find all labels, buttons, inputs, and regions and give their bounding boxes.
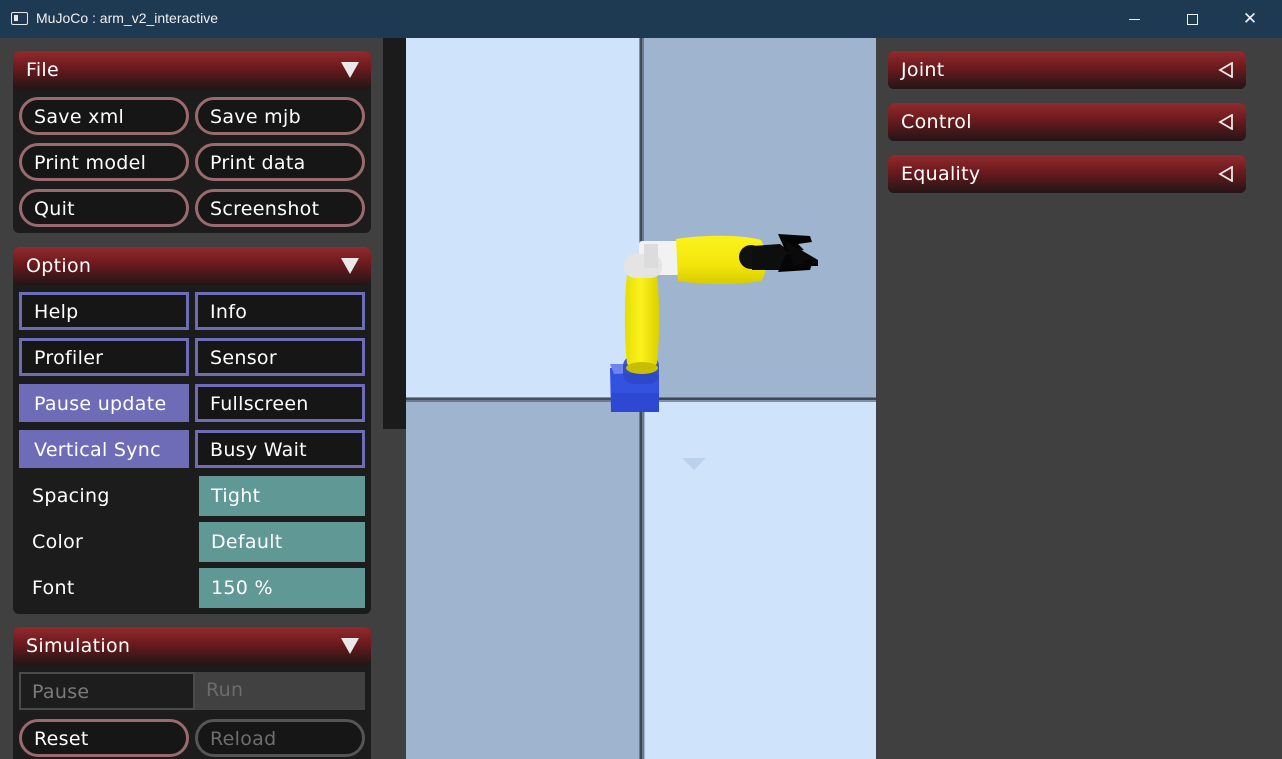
fullscreen-toggle[interactable]: Fullscreen [195,384,365,422]
expand-arrow-icon [1218,114,1233,130]
file-section-title: File [26,59,59,81]
spacing-select[interactable]: Tight [199,476,365,516]
floor-tile [406,400,645,759]
spacing-label: Spacing [32,485,110,507]
option-section-title: Option [26,255,92,277]
expand-arrow-icon [1218,166,1233,182]
equality-panel: Equality [888,155,1246,193]
vertical-sync-toggle[interactable]: Vertical Sync [19,430,189,468]
pause-radio[interactable]: Pause [19,672,195,710]
close-button[interactable]: ✕ [1221,0,1279,38]
window-title: MuJoCo : arm_v2_interactive [36,10,219,26]
left-panel-scrollbar[interactable] [383,38,406,429]
joint-section-header[interactable]: Joint [888,51,1246,89]
minimize-button[interactable] [1105,0,1163,38]
simulation-panel: Simulation Pause Run Reset Reload [13,627,371,759]
quit-button[interactable]: Quit [19,189,189,227]
run-radio[interactable]: Run [195,672,365,710]
screenshot-button[interactable]: Screenshot [195,189,365,227]
simulation-section-header[interactable]: Simulation [13,627,371,665]
joint-panel: Joint [888,51,1246,89]
collapse-arrow-icon [341,638,359,654]
profiler-toggle[interactable]: Profiler [19,338,189,376]
control-section-title: Control [901,111,972,133]
help-toggle[interactable]: Help [19,292,189,330]
print-data-button[interactable]: Print data [195,143,365,181]
joint-section-title: Joint [901,59,945,81]
option-panel: Option Help Info Profiler Sensor Pause u… [13,247,371,614]
save-mjb-button[interactable]: Save mjb [195,97,365,135]
pause-update-toggle[interactable]: Pause update [19,384,189,422]
file-section-header[interactable]: File [13,51,371,89]
file-panel: File Save xml Save mjb Print model Print… [13,51,371,233]
option-section-header[interactable]: Option [13,247,371,285]
collapse-arrow-icon [341,258,359,274]
save-xml-button[interactable]: Save xml [19,97,189,135]
control-panel: Control [888,103,1246,141]
color-select[interactable]: Default [199,522,365,562]
busy-wait-toggle[interactable]: Busy Wait [195,430,365,468]
floor-tile [645,400,876,759]
control-section-header[interactable]: Control [888,103,1246,141]
minimize-icon [1128,19,1140,20]
font-select[interactable]: 150 % [199,568,365,608]
app-window-icon [11,12,28,25]
maximize-icon [1186,13,1198,25]
collapse-arrow-icon [341,62,359,78]
close-icon: ✕ [1242,9,1258,29]
floor-tile [641,38,876,400]
maximize-button[interactable] [1163,0,1221,38]
font-label: Font [32,577,75,599]
title-bar[interactable]: MuJoCo : arm_v2_interactive ✕ [0,0,1282,38]
color-label: Color [32,531,84,553]
scene-render[interactable] [406,38,876,759]
expand-arrow-icon [1218,62,1233,78]
reset-button[interactable]: Reset [19,719,189,757]
floor-tile [406,38,641,400]
equality-section-title: Equality [901,163,981,185]
info-toggle[interactable]: Info [195,292,365,330]
print-model-button[interactable]: Print model [19,143,189,181]
simulation-viewport[interactable] [406,38,876,759]
reload-button[interactable]: Reload [195,719,365,757]
equality-section-header[interactable]: Equality [888,155,1246,193]
simulation-section-title: Simulation [26,635,131,657]
sensor-toggle[interactable]: Sensor [195,338,365,376]
